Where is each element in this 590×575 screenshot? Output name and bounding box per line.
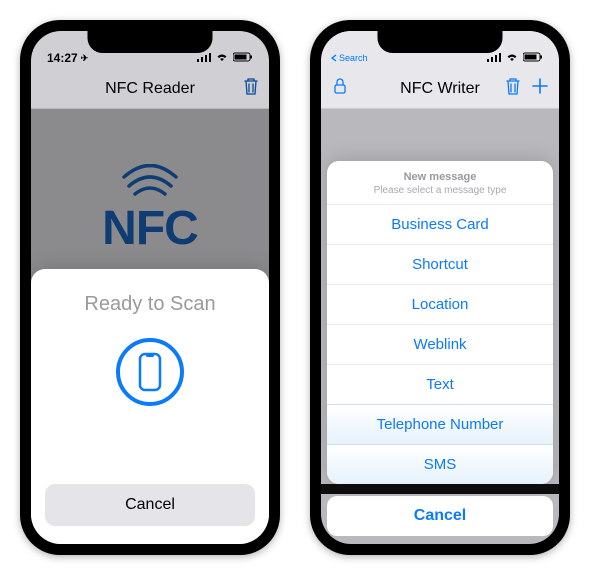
- nav-title: NFC Writer: [400, 80, 480, 98]
- notch: [88, 31, 213, 53]
- location-icon: ✈︎: [81, 53, 89, 64]
- action-sheet-cancel[interactable]: Cancel: [327, 496, 553, 536]
- nav-bar: NFC Writer: [321, 69, 559, 109]
- action-item-location[interactable]: Location: [327, 284, 553, 324]
- cancel-button[interactable]: Cancel: [45, 484, 255, 526]
- status-time: 14:27: [47, 51, 78, 65]
- wifi-icon: [215, 51, 229, 65]
- battery-icon: [233, 51, 253, 65]
- nfc-logo-text: NFC: [102, 201, 198, 256]
- action-item-text[interactable]: Text: [327, 364, 553, 404]
- action-item-shortcut[interactable]: Shortcut: [327, 244, 553, 284]
- battery-icon: [523, 51, 543, 65]
- status-left: 14:27 ✈︎: [47, 51, 88, 65]
- action-sheet-subtitle: Please select a message type: [327, 185, 553, 196]
- notch: [378, 31, 503, 53]
- action-item-telephone[interactable]: Telephone Number: [327, 404, 553, 444]
- scan-phone-icon: [116, 338, 184, 406]
- back-to-search[interactable]: Search: [331, 53, 368, 63]
- action-item-sms[interactable]: SMS: [327, 444, 553, 484]
- phone-left: 14:27 ✈︎ NFC Reader: [20, 20, 280, 555]
- status-right: [197, 51, 253, 65]
- trash-icon[interactable]: [505, 77, 521, 100]
- action-sheet-title: New message: [327, 171, 553, 183]
- lock-icon[interactable]: [333, 77, 347, 100]
- status-right: [487, 51, 543, 65]
- nav-title: NFC Reader: [105, 80, 195, 98]
- add-icon[interactable]: [531, 77, 549, 100]
- nfc-waves-icon: [120, 164, 180, 199]
- sheet-separator: [321, 484, 559, 494]
- action-item-business-card[interactable]: Business Card: [327, 204, 553, 244]
- scan-sheet: Ready to Scan Cancel: [31, 269, 269, 544]
- cancel-button-label: Cancel: [125, 496, 175, 514]
- back-label: Search: [339, 53, 368, 63]
- scan-sheet-title: Ready to Scan: [84, 293, 215, 316]
- signal-icon: [487, 51, 501, 65]
- trash-icon[interactable]: [243, 77, 259, 100]
- action-item-weblink[interactable]: Weblink: [327, 324, 553, 364]
- cancel-label: Cancel: [414, 507, 466, 525]
- nav-bar: NFC Reader: [31, 69, 269, 109]
- signal-icon: [197, 51, 211, 65]
- phone-right: Search 14:27 NFC Writer: [310, 20, 570, 555]
- wifi-icon: [505, 51, 519, 65]
- screen: 14:27 ✈︎ NFC Reader: [31, 31, 269, 544]
- screen: Search 14:27 NFC Writer: [321, 31, 559, 544]
- action-sheet: New message Please select a message type…: [327, 161, 553, 484]
